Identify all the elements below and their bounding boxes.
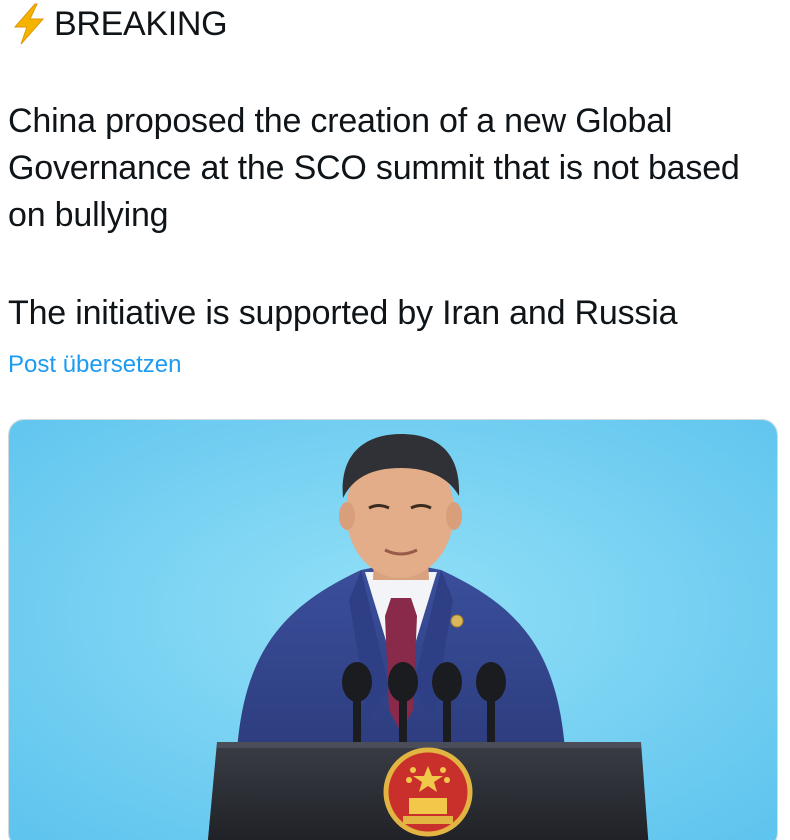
translate-post-link[interactable]: Post übersetzen: [8, 351, 181, 379]
post-text-paragraph-2: The initiative is supported by Iran and …: [8, 294, 678, 332]
speaker-photo-illustration: [9, 420, 777, 840]
lightning-icon: [8, 2, 50, 46]
post-photo[interactable]: [8, 419, 778, 840]
post-text-paragraph-1: China proposed the creation of a new Glo…: [8, 102, 740, 234]
national-emblem-icon: [383, 747, 473, 837]
breaking-label: BREAKING: [54, 4, 228, 43]
breaking-header: BREAKING: [8, 2, 228, 46]
